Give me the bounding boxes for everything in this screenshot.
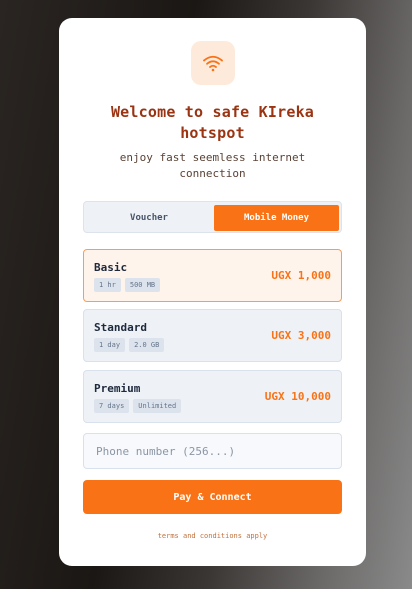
page-title-line1: Welcome to safe KIreka <box>110 103 315 121</box>
plan-tags: 1 day 2.0 GB <box>94 338 165 352</box>
plan-name: Premium <box>94 382 141 395</box>
tab-voucher[interactable]: Voucher <box>87 205 211 231</box>
payment-method-tabs: Voucher Mobile Money <box>83 201 342 233</box>
plan-tags: 7 days Unlimited <box>94 399 182 413</box>
wifi-badge <box>191 41 235 85</box>
page-title: Welcome to safe KIreka hotspot <box>59 102 366 144</box>
plan-data-tag: 2.0 GB <box>129 338 165 352</box>
page-title-line2: hotspot <box>180 124 245 142</box>
page-subtitle: enjoy fast seemless internet connection <box>59 150 366 182</box>
plan-duration-tag: 1 hr <box>94 278 121 292</box>
plan-price: UGX 10,000 <box>264 390 331 403</box>
page-subtitle-line2: connection <box>179 167 246 180</box>
plan-price: UGX 1,000 <box>271 269 331 282</box>
plan-card-standard[interactable]: Standard 1 day 2.0 GB UGX 3,000 <box>83 309 342 362</box>
plan-data-tag: Unlimited <box>133 399 182 413</box>
plan-duration-tag: 1 day <box>94 338 126 352</box>
plan-card-basic[interactable]: Basic 1 hr 500 MB UGX 1,000 <box>83 249 342 302</box>
plan-price: UGX 3,000 <box>271 329 331 342</box>
plan-data-tag: 500 MB <box>124 278 161 292</box>
plan-name: Standard <box>94 321 147 334</box>
terms-link[interactable]: terms and conditions apply <box>59 532 366 540</box>
plan-card-premium[interactable]: Premium 7 days Unlimited UGX 10,000 <box>83 370 342 423</box>
login-card: Welcome to safe KIreka hotspot enjoy fas… <box>59 18 366 566</box>
plan-duration-tag: 7 days <box>94 399 130 413</box>
plan-name: Basic <box>94 261 128 274</box>
plan-tags: 1 hr 500 MB <box>94 278 161 292</box>
phone-number-input[interactable] <box>83 433 342 469</box>
pay-connect-button[interactable]: Pay & Connect <box>83 480 342 514</box>
tab-mobile-money[interactable]: Mobile Money <box>214 205 339 231</box>
page-subtitle-line1: enjoy fast seemless internet <box>119 151 306 164</box>
wifi-icon <box>203 55 223 72</box>
